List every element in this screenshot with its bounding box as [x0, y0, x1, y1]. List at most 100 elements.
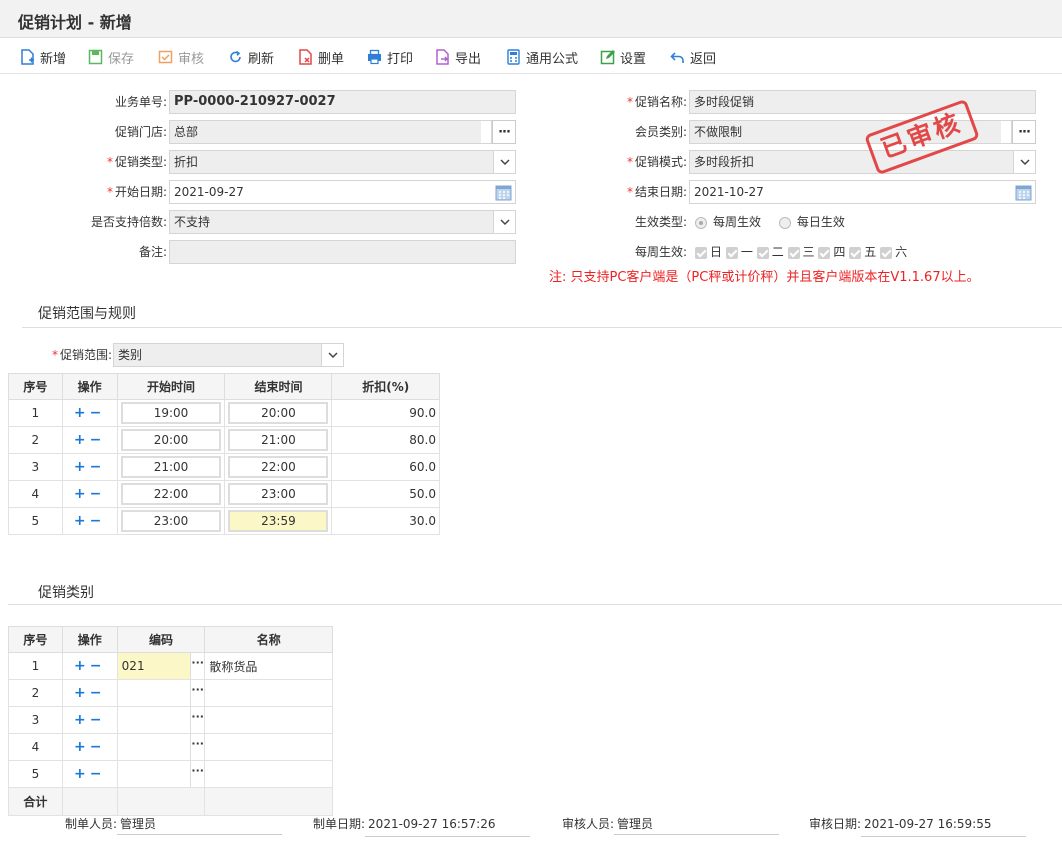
row-number: 2	[8, 679, 63, 707]
weekday-checkboxes: 日 一 二 三 四 五 六	[695, 244, 907, 260]
col-header: 折扣(%)	[331, 373, 440, 400]
settings-button[interactable]: 设置	[600, 47, 646, 67]
member-picker-button[interactable]: ···	[1012, 120, 1036, 144]
add-row-icon[interactable]: +	[74, 685, 90, 701]
start-time-input[interactable]: 19:00	[120, 402, 221, 424]
row-ops: +−	[61, 652, 118, 680]
multiple-select[interactable]: 不支持	[169, 210, 516, 234]
end-time-input[interactable]: 21:00	[228, 429, 329, 451]
audit-button[interactable]: 审核	[158, 47, 204, 67]
weekly-radio[interactable]: 每周生效	[695, 215, 761, 229]
refresh-icon	[230, 50, 241, 63]
code-picker-button[interactable]: ···	[190, 734, 204, 760]
add-row-icon[interactable]: +	[74, 712, 90, 728]
day-checkbox[interactable]: 日	[695, 245, 722, 259]
remove-row-icon[interactable]: −	[90, 739, 106, 755]
discount-cell[interactable]: 60.0	[331, 453, 440, 481]
add-row-icon[interactable]: +	[74, 486, 90, 502]
table-row: 4 +− ···	[8, 733, 333, 761]
code-cell[interactable]: ···	[116, 679, 206, 707]
add-row-icon[interactable]: +	[74, 739, 90, 755]
name-cell	[204, 760, 333, 788]
discount-cell[interactable]: 90.0	[331, 399, 440, 427]
name-cell	[204, 733, 333, 761]
code-picker-button[interactable]: ···	[190, 707, 204, 733]
refresh-button[interactable]: 刷新	[228, 47, 274, 67]
daily-radio[interactable]: 每日生效	[778, 215, 845, 229]
day-checkbox[interactable]: 三	[787, 245, 815, 259]
add-row-icon[interactable]: +	[74, 459, 90, 475]
discount-cell[interactable]: 30.0	[331, 507, 440, 535]
promo-mode-select[interactable]: 多时段折扣	[689, 150, 1036, 174]
category-table: 序号 操作 编码 名称 1 +− 021 ··· 散称货品 2 +− ··· 3 …	[8, 626, 333, 816]
type-label: * 促销类型:	[106, 155, 167, 169]
delete-button[interactable]: 删单	[298, 47, 344, 67]
calendar-icon[interactable]	[1015, 184, 1032, 201]
start-date-input[interactable]: 2021-09-27	[169, 180, 516, 204]
remove-row-icon[interactable]: −	[90, 712, 106, 728]
row-number: 5	[8, 507, 63, 535]
remove-row-icon[interactable]: −	[90, 486, 106, 502]
promo-name-input[interactable]: 多时段促销	[689, 90, 1036, 114]
start-time-input[interactable]: 22:00	[120, 483, 221, 505]
end-time-input[interactable]: 22:00	[228, 456, 329, 478]
remove-row-icon[interactable]: −	[90, 432, 106, 448]
add-row-icon[interactable]: +	[74, 405, 90, 421]
remove-row-icon[interactable]: −	[90, 766, 106, 782]
start-time-input[interactable]: 23:00	[120, 510, 221, 532]
discount-cell[interactable]: 50.0	[331, 480, 440, 508]
back-button[interactable]: 返回	[670, 47, 716, 67]
row-number: 5	[8, 760, 63, 788]
type-select[interactable]: 折扣	[169, 150, 516, 174]
end-date-input[interactable]: 2021-10-27	[689, 180, 1036, 204]
print-button[interactable]: 打印	[367, 47, 413, 67]
rules-header-row: 序号 操作 开始时间 结束时间 折扣(%)	[8, 373, 440, 400]
export-button[interactable]: 导出	[435, 47, 481, 67]
row-ops: +−	[61, 507, 118, 535]
add-row-icon[interactable]: +	[74, 432, 90, 448]
remove-row-icon[interactable]: −	[90, 685, 106, 701]
doc-no-field: PP-0000-210927-0027	[169, 90, 516, 114]
add-row-icon[interactable]: +	[74, 513, 90, 529]
row-number: 4	[8, 733, 63, 761]
add-row-icon[interactable]: +	[74, 658, 90, 674]
day-checkbox[interactable]: 二	[756, 245, 784, 259]
remove-row-icon[interactable]: −	[90, 658, 106, 674]
calendar-icon[interactable]	[495, 184, 512, 201]
formula-label: 通用公式	[526, 51, 579, 67]
add-row-icon[interactable]: +	[74, 766, 90, 782]
table-row: 2 +− ···	[8, 679, 333, 707]
remove-row-icon[interactable]: −	[90, 405, 106, 421]
day-checkbox[interactable]: 四	[818, 245, 845, 259]
remove-row-icon[interactable]: −	[90, 513, 106, 529]
store-picker-button[interactable]: ···	[492, 120, 516, 144]
row-ops: +−	[61, 426, 118, 454]
end-time-input[interactable]: 23:59	[228, 510, 329, 532]
start-time-input[interactable]: 20:00	[120, 429, 221, 451]
end-time-input[interactable]: 23:00	[228, 483, 329, 505]
code-cell[interactable]: ···	[116, 760, 206, 788]
new-button[interactable]: 新增	[20, 47, 66, 67]
code-cell[interactable]: ···	[116, 733, 206, 761]
col-header: 操作	[61, 626, 118, 653]
delete-label: 删单	[318, 51, 345, 67]
remark-input[interactable]	[169, 240, 516, 264]
formula-button[interactable]: 通用公式	[506, 47, 578, 67]
discount-cell[interactable]: 80.0	[331, 426, 440, 454]
remove-row-icon[interactable]: −	[90, 459, 106, 475]
end-time-input[interactable]: 20:00	[228, 402, 329, 424]
day-checkbox[interactable]: 五	[849, 245, 876, 259]
code-cell[interactable]: 021 ···	[116, 652, 206, 680]
name-cell	[204, 706, 333, 734]
code-picker-button[interactable]: ···	[190, 680, 204, 706]
code-picker-button[interactable]: ···	[190, 761, 204, 787]
day-checkbox[interactable]: 六	[880, 245, 907, 259]
scope-select[interactable]: 类别	[113, 343, 344, 367]
day-checkbox[interactable]: 一	[725, 245, 753, 259]
doc-no-label: 业务单号:	[114, 95, 167, 109]
code-cell[interactable]: ···	[116, 706, 206, 734]
start-time-input[interactable]: 21:00	[120, 456, 221, 478]
save-button[interactable]: 保存	[88, 47, 134, 67]
code-picker-button[interactable]: ···	[190, 653, 205, 679]
row-number: 2	[8, 426, 63, 454]
